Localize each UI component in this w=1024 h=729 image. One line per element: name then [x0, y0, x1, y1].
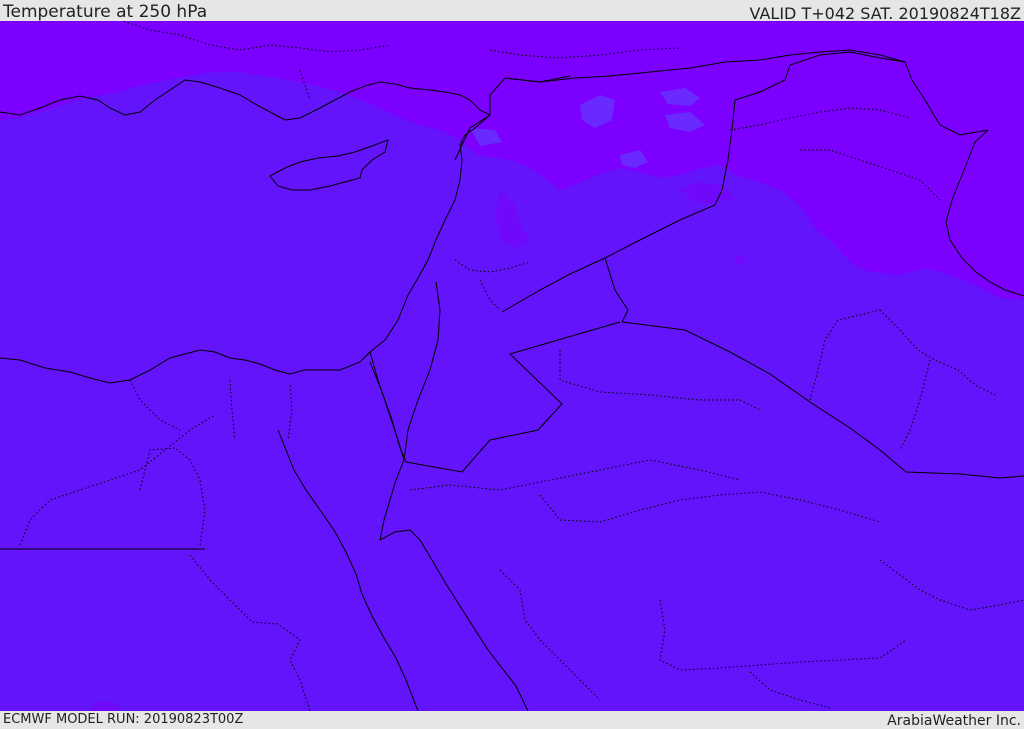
map-panel[interactable]	[0, 21, 1024, 711]
credit-label: ArabiaWeather Inc.	[887, 713, 1021, 729]
map-title: Temperature at 250 hPa	[3, 2, 208, 22]
weather-map[interactable]	[0, 21, 1024, 711]
model-run-label: ECMWF MODEL RUN: 20190823T00Z	[3, 712, 244, 727]
header-bar: Temperature at 250 hPa VALID T+042 SAT. …	[0, 0, 1024, 23]
cold-spot	[735, 255, 745, 265]
footer-bar: ECMWF MODEL RUN: 20190823T00Z ArabiaWeat…	[0, 711, 1024, 729]
